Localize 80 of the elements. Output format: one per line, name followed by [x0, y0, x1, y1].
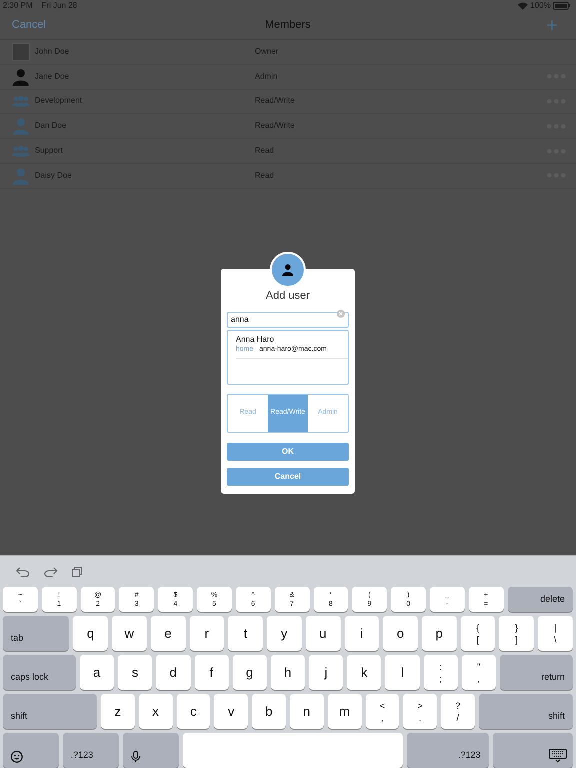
keyboard-key[interactable]: ? / [441, 694, 475, 729]
keyboard-key[interactable]: r [190, 616, 224, 651]
keyboard-key[interactable]: | \ [538, 616, 573, 651]
keyboard-key[interactable]: " , [462, 655, 496, 690]
person-icon [282, 264, 294, 276]
battery-icon [553, 2, 571, 10]
keyboard-key[interactable]: { [ [460, 616, 496, 651]
wifi-icon [518, 2, 528, 10]
person-icon [12, 166, 30, 185]
key-shift-symbol: { [476, 622, 480, 634]
hide-keyboard-key[interactable] [492, 733, 573, 768]
keyboard-key[interactable]: tab [3, 616, 70, 651]
keyboard-key[interactable]: j [309, 655, 344, 690]
keyboard-key[interactable]: } ] [499, 616, 534, 651]
nav-title: Members [264, 18, 312, 34]
group-icon [12, 145, 30, 158]
key-shift-symbol: : [439, 660, 442, 672]
keyboard-key[interactable]: d [156, 655, 191, 690]
redo-icon [44, 566, 58, 576]
keyboard-key[interactable]: > . [403, 694, 438, 729]
keyboard-key[interactable]: k [347, 655, 382, 690]
keyboard-key[interactable]: s [118, 655, 152, 690]
keyboard-key[interactable]: n [290, 694, 324, 729]
keyboard-key[interactable]: shift [3, 694, 98, 729]
keyboard-key[interactable]: t [228, 616, 264, 651]
clear-icon [337, 310, 345, 318]
keyboard-key[interactable]: y [267, 616, 302, 651]
keyboard-key[interactable]: q [73, 616, 108, 651]
key-symbol: \ [554, 634, 557, 646]
keyboard-key[interactable]: a [80, 655, 114, 690]
microphone-icon [130, 751, 141, 763]
keyboard-key[interactable]: < , [366, 694, 400, 729]
key-shift-symbol: } [515, 622, 518, 634]
key-symbol: . [419, 712, 422, 724]
dialog-title: Add user [264, 289, 312, 304]
keyboard-key[interactable]: shift [478, 694, 574, 729]
keyboard-key[interactable]: caps lock [3, 655, 76, 690]
keyboard-key[interactable]: c [176, 694, 210, 729]
photo-placeholder [12, 42, 30, 61]
key-symbol: ; [439, 672, 442, 684]
person-icon [12, 117, 30, 136]
keyboard-key[interactable]: w [112, 616, 147, 651]
group-icon [12, 95, 30, 108]
keyboard-key[interactable]: i [344, 616, 380, 651]
keyboard-key[interactable]: m [328, 694, 362, 729]
keyboard-key[interactable]: .?123 [62, 733, 119, 768]
contact-name: Anna Haro [236, 335, 276, 345]
key-shift-symbol: | [554, 622, 557, 634]
keyboard-key[interactable]: f [194, 655, 229, 690]
keyboard-key[interactable]: z [101, 694, 135, 729]
keyboard-key[interactable]: b [252, 694, 286, 729]
keyboard-key[interactable]: g [232, 655, 267, 690]
keyboard-key[interactable]: v [214, 694, 248, 729]
key-symbol: , [381, 712, 384, 724]
keyboard-key[interactable]: delete [508, 587, 573, 612]
key-symbol: ] [516, 634, 518, 646]
keyboard-key[interactable]: h [270, 655, 306, 690]
keyboard-key[interactable]: l [385, 655, 420, 690]
keyboard-key[interactable]: p [422, 616, 457, 651]
key-symbol: / [456, 712, 460, 724]
key-shift-symbol: > [418, 700, 423, 712]
keyboard-key[interactable]: x [138, 694, 173, 729]
keyboard-key[interactable]: : ; [424, 655, 458, 690]
paste-icon [72, 566, 82, 576]
key-shift-symbol: < [380, 700, 386, 712]
key-shift-symbol: ? [456, 700, 461, 712]
undo-icon [16, 566, 30, 576]
emoji-icon [11, 751, 23, 763]
key-shift-symbol: " [477, 660, 481, 672]
emoji-key[interactable] [3, 733, 59, 768]
keyboard-key[interactable]: .?123 [406, 733, 489, 768]
search-field[interactable]: anna [227, 312, 349, 328]
keyboard-key[interactable]: o [383, 616, 418, 651]
keyboard-key[interactable]: u [306, 616, 340, 651]
person-icon [12, 68, 30, 86]
keyboard-key[interactable]: return [500, 655, 573, 690]
key-symbol: [ [476, 634, 480, 646]
keyboard-icon [548, 749, 567, 763]
keyboard-key[interactable]: e [150, 616, 186, 651]
key-symbol: , [478, 672, 480, 684]
